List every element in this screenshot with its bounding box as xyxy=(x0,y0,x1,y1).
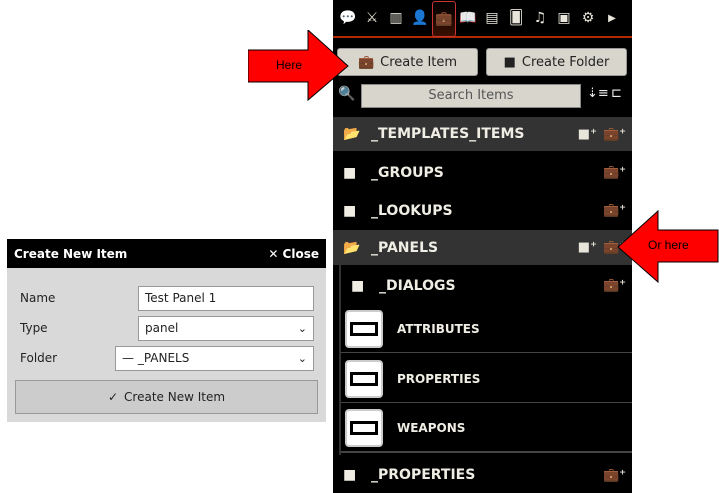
compendium-icon[interactable]: ▣ xyxy=(552,5,576,31)
folder-icon: ■ xyxy=(343,164,357,181)
folder-lookups[interactable]: ■ _LOOKUPS 💼⁺ xyxy=(333,193,632,228)
create-item-in-folder-icon[interactable]: 💼⁺ xyxy=(603,468,626,483)
map-icon[interactable]: ▥ xyxy=(384,5,408,31)
expand-arrow-icon[interactable]: ▶ xyxy=(600,5,624,31)
suitcase-icon[interactable]: 💼 xyxy=(432,1,456,37)
close-label: Close xyxy=(282,246,319,261)
folder-label: _TEMPLATES_ITEMS xyxy=(371,126,525,142)
submit-label: Create New Item xyxy=(124,390,226,404)
folder-label: _DIALOGS xyxy=(379,277,456,294)
cards-icon[interactable]: 🂠 xyxy=(504,5,528,31)
folder-templates-items[interactable]: 📂 _TEMPLATES_ITEMS ■⁺ 💼⁺ xyxy=(333,117,632,151)
folder-label: Folder xyxy=(20,351,58,365)
folder-icon: ■ xyxy=(343,467,357,483)
item-label: PROPERTIES xyxy=(397,371,481,386)
create-item-in-folder-icon[interactable]: 💼⁺ xyxy=(603,127,626,142)
item-attributes[interactable]: ATTRIBUTES xyxy=(341,305,632,353)
folder-properties[interactable]: ■ _PROPERTIES 💼⁺ xyxy=(333,458,632,492)
folder-icon: ■ xyxy=(351,277,365,294)
create-folder-label: Create Folder xyxy=(521,54,610,70)
chat-icon[interactable]: 💬 xyxy=(336,5,360,31)
panel-icon xyxy=(345,409,383,447)
folder-open-icon: 📂 xyxy=(343,239,361,256)
crossed-swords-icon[interactable]: ⚔ xyxy=(360,5,384,31)
create-item-button[interactable]: 💼 Create Item xyxy=(337,48,478,76)
name-input[interactable]: Test Panel 1 xyxy=(138,286,314,311)
music-icon[interactable]: ♫ xyxy=(528,5,552,31)
folder-label: _LOOKUPS xyxy=(371,202,453,219)
folder-icon: ■ xyxy=(503,54,516,70)
folder-dialogs[interactable]: ■ _DIALOGS 💼⁺ xyxy=(341,268,632,303)
create-subfolder-icon[interactable]: ■⁺ xyxy=(578,240,597,255)
sort-icon[interactable]: ⇣≡ xyxy=(587,86,609,101)
item-label: WEAPONS xyxy=(397,421,466,435)
dialog-header: Create New Item ✕ Close xyxy=(7,239,326,268)
folder-label: _GROUPS xyxy=(371,164,444,181)
suitcase-icon: 💼 xyxy=(357,54,375,70)
create-item-dialog: Create New Item ✕ Close Name Test Panel 1… xyxy=(7,239,326,422)
panel-icon xyxy=(345,309,383,348)
chevron-down-icon: ⌄ xyxy=(297,352,307,365)
check-icon: ✓ xyxy=(107,390,119,404)
create-folder-button[interactable]: ■ Create Folder xyxy=(486,48,627,76)
panel-icon xyxy=(345,359,383,398)
create-subfolder-icon[interactable]: ■⁺ xyxy=(578,127,597,142)
folder-label: _PANELS xyxy=(371,239,439,256)
folder-value: — _PANELS xyxy=(122,351,190,365)
item-weapons[interactable]: WEAPONS xyxy=(341,405,632,453)
type-label: Type xyxy=(20,321,48,335)
item-properties[interactable]: PROPERTIES xyxy=(341,355,632,403)
create-item-label: Create Item xyxy=(380,54,458,70)
settings-icon[interactable]: ⚙ xyxy=(576,5,600,31)
close-button[interactable]: ✕ Close xyxy=(268,247,319,261)
items-sidebar: 💬 ⚔ ▥ 👤 💼 📖 ▤ 🂠 ♫ ▣ ⚙ ▶ 💼 Create Item ■ Cr… xyxy=(333,0,632,493)
type-value: panel xyxy=(145,321,179,335)
annotation-here: Here xyxy=(276,58,303,72)
folder-groups[interactable]: ■ _GROUPS 💼⁺ xyxy=(333,155,632,190)
collapse-folders-icon[interactable]: ⊏ xyxy=(611,86,622,101)
folder-panels[interactable]: 📂 _PANELS ■⁺ 💼⁺ xyxy=(333,230,632,265)
folder-select[interactable]: — _PANELS ⌄ xyxy=(115,346,314,371)
chevron-down-icon: ⌄ xyxy=(297,322,307,335)
folder-icon: ■ xyxy=(343,202,357,219)
actor-icon[interactable]: 👤 xyxy=(408,5,432,31)
create-new-item-button[interactable]: ✓ Create New Item xyxy=(15,380,318,414)
search-input[interactable]: Search Items xyxy=(361,84,581,108)
folder-open-icon: 📂 xyxy=(343,126,361,142)
type-select[interactable]: panel ⌄ xyxy=(138,316,314,341)
annotation-or-here: Or here xyxy=(648,238,689,252)
dialog-title: Create New Item xyxy=(14,246,128,261)
create-item-in-folder-icon[interactable]: 💼⁺ xyxy=(603,165,626,180)
item-label: ATTRIBUTES xyxy=(397,321,480,336)
journal-icon[interactable]: 📖 xyxy=(456,5,480,31)
table-icon[interactable]: ▤ xyxy=(480,5,504,31)
folder-label: _PROPERTIES xyxy=(371,467,476,483)
sidebar-tabs: 💬 ⚔ ▥ 👤 💼 📖 ▤ 🂠 ♫ ▣ ⚙ ▶ xyxy=(333,0,632,38)
name-label: Name xyxy=(20,291,56,305)
